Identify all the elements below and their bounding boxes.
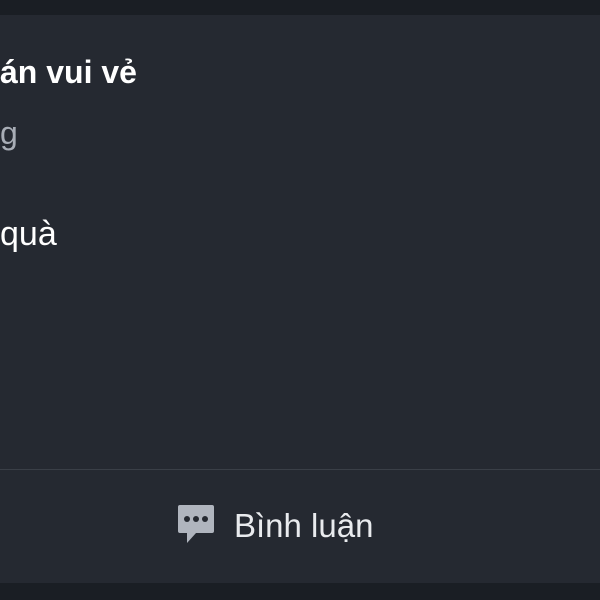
post-subtitle: g xyxy=(0,115,18,151)
comment-button[interactable]: Bình luận xyxy=(176,499,373,551)
comment-bubble-icon xyxy=(176,503,216,547)
post-title: án vui vẻ xyxy=(0,54,137,90)
post-action-bar: Bình luận xyxy=(0,470,600,583)
post-body: quà xyxy=(0,215,57,253)
page: án vui vẻ g quà Bình luận xyxy=(0,0,600,600)
post-card: án vui vẻ g quà Bình luận xyxy=(0,15,600,583)
comment-button-label: Bình luận xyxy=(234,506,374,544)
